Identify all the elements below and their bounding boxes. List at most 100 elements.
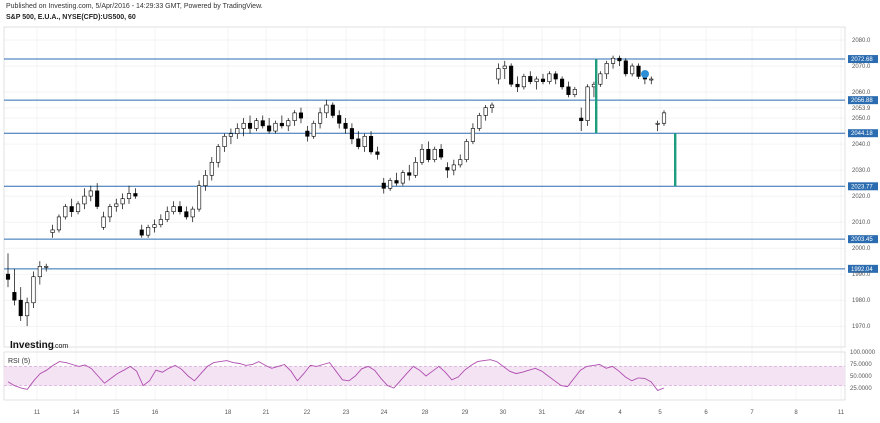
candle-body [324,104,329,114]
rsi-tick-label: 50.0000 [850,374,872,380]
candle-body [489,104,495,108]
candle-body [228,133,233,137]
candle-body [598,73,603,85]
candle-body [158,219,163,226]
candles [5,55,667,327]
candle-body [509,65,514,85]
candle-body [445,167,450,171]
candle-body [636,65,641,77]
time-tick-label: 23 [343,410,350,416]
candle-body [311,122,316,137]
candle-body [177,206,183,213]
price-tick-label: 1970.0 [852,324,871,330]
time-tick-label: 29 [462,410,469,416]
candle-body [267,125,272,132]
candle-body [133,193,138,197]
price-pane-border [3,26,846,348]
candle-body [216,146,221,163]
candle-body [362,135,367,147]
candle-body [400,172,405,184]
rsi-tick-label: 25.0000 [850,386,872,392]
time-tick-label: 11 [34,410,41,416]
candle-body [44,266,49,268]
time-tick-label: 31 [539,410,546,416]
candle-body [439,148,444,158]
price-tick-label: 2010.0 [852,220,871,226]
candle-body [496,68,501,80]
time-tick-label: 15 [113,410,120,416]
candle-body [553,73,558,80]
candle-body [5,273,11,280]
candle-body [381,182,386,189]
candle-body [305,130,310,137]
candle-body [107,206,112,218]
candle-body [95,190,100,207]
time-tick-label: 6 [704,410,708,416]
chart-frame [3,26,846,401]
price-chart: 2072.682056.882044.182023.772003.451992.… [3,26,878,416]
candle-body [534,78,539,82]
candle-body [222,135,227,147]
candle-body [572,89,577,95]
candle-body [413,161,418,176]
candle-body [458,159,463,166]
candle-body [661,112,667,124]
level-label: 2072.68 [851,57,873,63]
time-tick-label: 14 [73,410,80,416]
candle-body [356,138,361,147]
candle-body [37,266,42,278]
candle-body [63,206,68,218]
candle-body [241,122,246,129]
candle-body [279,122,284,127]
candle-body [649,78,654,81]
time-tick-label: 8 [794,410,798,416]
level-label: 2044.18 [851,131,873,137]
price-tick-label: 2020.0 [852,194,871,200]
candle-body [579,117,584,121]
price-tick-label: 1980.0 [852,298,871,304]
candle-body [426,148,431,160]
candle-body [604,63,609,75]
candle-body [630,65,635,75]
rsi-tick-label: 75.0000 [850,362,872,368]
candle-body [82,195,87,205]
candle-body [247,122,253,129]
rsi-panel: 100.0000 75.0000 50.0000 25.0000 [4,350,876,392]
time-tick-label: 5 [658,410,662,416]
time-axis: 11 14 15 16 18 21 22 23 24 28 29 30 31 Abr 4 5 6 7 8 11 [34,410,845,416]
candle-body [18,299,23,317]
level-label: 2023.77 [851,184,873,190]
candle-body [540,78,546,82]
candle-body [165,211,170,220]
candle-body [610,57,616,64]
time-tick-label: 16 [152,410,159,416]
candle-body [31,276,36,304]
candle-body [547,73,552,82]
candle-body [190,208,195,218]
candle-body [617,57,622,62]
candle-body [101,216,106,228]
candle-body [521,76,526,88]
candle-body [343,122,348,129]
level-label: 2003.45 [851,237,873,243]
time-tick-label: 28 [422,410,429,416]
candle-body [330,104,335,116]
candle-body [292,112,297,121]
candle-body [50,229,55,233]
candle-body [203,174,208,186]
candle-body [375,151,380,155]
watermark-suffix: .com [53,343,68,350]
price-tick-label: 2080.0 [852,38,871,44]
price-tick-label: 2070.0 [852,64,871,70]
candle-body [464,141,469,160]
candle-body [56,216,62,231]
rsi-band [4,366,845,386]
price-tick-label: 2060.0 [852,90,871,96]
price-tick-label: 2050.0 [852,116,871,122]
candle-body [349,128,354,140]
time-tick-label: 30 [500,410,507,416]
candle-body [12,292,17,301]
candle-body [171,206,176,213]
candle-body [432,148,437,160]
range-marker [595,59,598,134]
